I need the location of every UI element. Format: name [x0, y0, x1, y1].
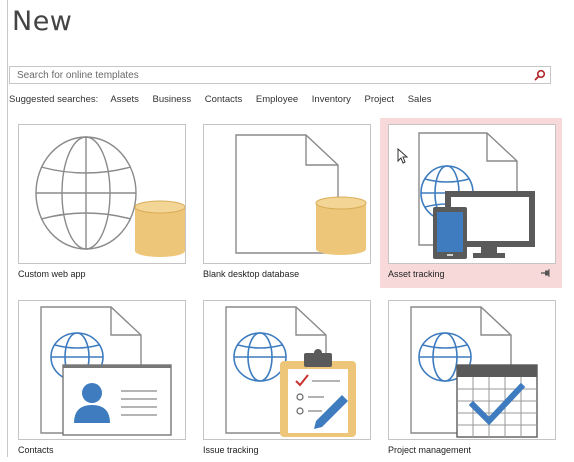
- template-tile-contacts[interactable]: Contacts: [18, 300, 200, 462]
- template-label: Blank desktop database: [203, 269, 300, 279]
- template-tile-asset-tracking[interactable]: Asset tracking: [380, 118, 562, 288]
- search-icon[interactable]: [534, 69, 546, 81]
- page-title: New: [12, 6, 73, 37]
- suggested-link-contacts[interactable]: Contacts: [205, 94, 243, 105]
- globe-database-icon: [35, 136, 186, 257]
- asset-devices-icon: [418, 132, 535, 259]
- project-calendar-icon: [410, 306, 538, 438]
- template-label: Issue tracking: [203, 445, 259, 455]
- search-box[interactable]: [9, 66, 551, 84]
- window-frame-edge: [7, 0, 8, 457]
- issue-clipboard-icon: [225, 306, 356, 437]
- suggested-link-inventory[interactable]: Inventory: [312, 94, 351, 105]
- contacts-card-icon: [40, 306, 172, 436]
- template-thumbnail: [18, 124, 186, 264]
- pin-icon[interactable]: [540, 269, 550, 277]
- document-database-icon: [235, 134, 367, 255]
- template-tile-custom-web-app[interactable]: Custom web app: [18, 124, 200, 286]
- template-tile-issue-tracking[interactable]: Issue tracking: [203, 300, 385, 462]
- template-label: Contacts: [18, 445, 54, 455]
- template-thumbnail: [388, 300, 556, 440]
- template-label: Custom web app: [18, 269, 86, 279]
- search-input[interactable]: [10, 67, 530, 83]
- suggested-link-assets[interactable]: Assets: [110, 94, 139, 105]
- template-thumbnail: [203, 300, 371, 440]
- suggested-link-business[interactable]: Business: [153, 94, 192, 105]
- suggested-searches-label: Suggested searches:: [9, 94, 99, 105]
- template-label: Project management: [388, 445, 472, 455]
- mouse-cursor-icon: [397, 148, 409, 164]
- suggested-link-sales[interactable]: Sales: [408, 94, 432, 105]
- template-tile-project-management[interactable]: Project management: [388, 300, 570, 462]
- template-thumbnail: [203, 124, 371, 264]
- suggested-searches: Suggested searches: Assets Business Cont…: [9, 94, 442, 106]
- template-label: Asset tracking: [388, 269, 445, 279]
- template-tile-blank-desktop-database[interactable]: Blank desktop database: [203, 124, 385, 286]
- suggested-link-employee[interactable]: Employee: [256, 94, 298, 105]
- suggested-link-project[interactable]: Project: [365, 94, 395, 105]
- template-thumbnail: [18, 300, 186, 440]
- template-thumbnail: [388, 124, 556, 264]
